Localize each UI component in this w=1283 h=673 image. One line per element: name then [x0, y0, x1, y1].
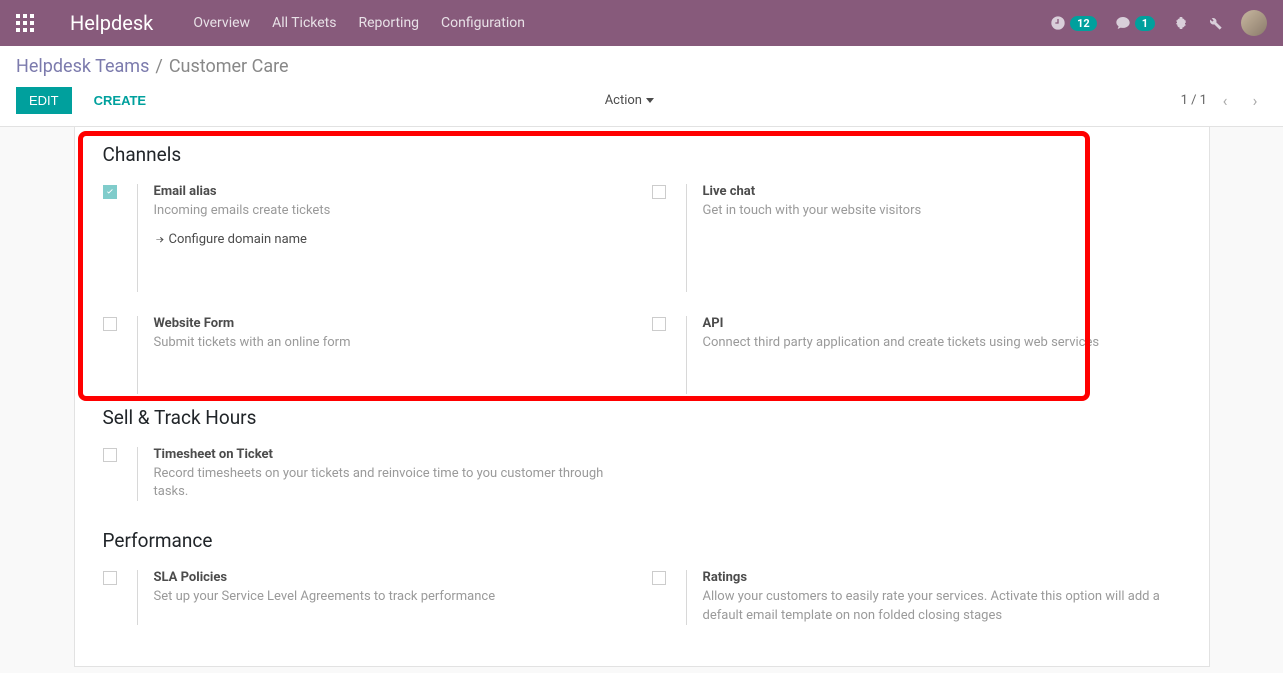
control-panel: Helpdesk Teams / Customer Care EDIT CREA…: [0, 46, 1283, 127]
checkbox-email-alias[interactable]: [103, 185, 117, 199]
checkbox-api[interactable]: [652, 317, 666, 331]
pager: 1 / 1 ‹ ›: [1181, 89, 1267, 113]
section-title-sell-track: Sell & Track Hours: [103, 406, 1181, 429]
setting-desc: Get in touch with your website visitors: [703, 202, 1181, 220]
checkbox-ratings[interactable]: [652, 571, 666, 585]
action-dropdown[interactable]: Action: [605, 93, 654, 108]
checkbox-sla[interactable]: [103, 571, 117, 585]
setting-email-alias: Email alias Incoming emails create ticke…: [103, 184, 632, 292]
setting-title: SLA Policies: [154, 570, 632, 585]
main-menu: Overview All Tickets Reporting Configura…: [193, 15, 525, 31]
setting-title: Email alias: [154, 184, 632, 199]
navbar-right: 12 1: [1050, 10, 1267, 36]
check-icon: [105, 187, 115, 197]
checkbox-website-form[interactable]: [103, 317, 117, 331]
setting-desc: Record timesheets on your tickets and re…: [154, 465, 632, 501]
section-title-performance: Performance: [103, 529, 1181, 552]
apps-icon[interactable]: [16, 14, 34, 32]
activity-indicator[interactable]: 12: [1050, 15, 1097, 31]
app-brand[interactable]: Helpdesk: [70, 11, 153, 35]
wrench-icon[interactable]: [1207, 15, 1223, 31]
activity-count: 12: [1070, 16, 1097, 31]
breadcrumb: Helpdesk Teams / Customer Care: [16, 56, 1267, 77]
section-performance: Performance SLA Policies Set up your Ser…: [75, 501, 1209, 624]
setting-title: Timesheet on Ticket: [154, 447, 632, 462]
pager-text: 1 / 1: [1181, 93, 1207, 108]
section-channels: Channels Email alias Incoming emails cre…: [75, 127, 1209, 394]
action-label: Action: [605, 93, 642, 108]
top-navbar: Helpdesk Overview All Tickets Reporting …: [0, 0, 1283, 46]
menu-configuration[interactable]: Configuration: [441, 15, 525, 31]
chat-icon: [1115, 15, 1131, 31]
setting-live-chat: Live chat Get in touch with your website…: [652, 184, 1181, 292]
arrow-right-icon: [154, 234, 165, 245]
pager-prev[interactable]: ‹: [1213, 89, 1237, 113]
menu-overview[interactable]: Overview: [193, 15, 250, 31]
checkbox-live-chat[interactable]: [652, 185, 666, 199]
setting-api: API Connect third party application and …: [652, 316, 1181, 395]
setting-website-form: Website Form Submit tickets with an onli…: [103, 316, 632, 395]
form-area: Channels Email alias Incoming emails cre…: [0, 127, 1283, 667]
setting-title: Live chat: [703, 184, 1181, 199]
create-button[interactable]: CREATE: [82, 88, 158, 113]
menu-all-tickets[interactable]: All Tickets: [272, 15, 336, 31]
setting-desc: Set up your Service Level Agreements to …: [154, 588, 632, 606]
avatar[interactable]: [1241, 10, 1267, 36]
messages-count: 1: [1135, 16, 1155, 31]
setting-ratings: Ratings Allow your customers to easily r…: [652, 570, 1181, 624]
checkbox-timesheet[interactable]: [103, 448, 117, 462]
clock-icon: [1050, 15, 1066, 31]
setting-title: Website Form: [154, 316, 632, 331]
chevron-down-icon: [646, 98, 654, 103]
bug-icon[interactable]: [1173, 15, 1189, 31]
setting-title: Ratings: [703, 570, 1181, 585]
setting-sla: SLA Policies Set up your Service Level A…: [103, 570, 632, 624]
messages-indicator[interactable]: 1: [1115, 15, 1155, 31]
form-sheet: Channels Email alias Incoming emails cre…: [74, 127, 1210, 667]
breadcrumb-parent[interactable]: Helpdesk Teams: [16, 56, 149, 77]
setting-desc: Submit tickets with an online form: [154, 334, 632, 352]
section-title-channels: Channels: [103, 143, 1181, 166]
setting-desc: Allow your customers to easily rate your…: [703, 588, 1181, 624]
setting-title: API: [703, 316, 1181, 331]
menu-reporting[interactable]: Reporting: [358, 15, 419, 31]
edit-button[interactable]: EDIT: [16, 87, 72, 114]
breadcrumb-separator: /: [155, 56, 162, 77]
configure-domain-link[interactable]: Configure domain name: [154, 232, 307, 247]
setting-desc: Connect third party application and crea…: [703, 334, 1181, 352]
pager-next[interactable]: ›: [1243, 89, 1267, 113]
section-sell-track: Sell & Track Hours Timesheet on Ticket R…: [75, 394, 1209, 501]
breadcrumb-current: Customer Care: [169, 56, 289, 77]
setting-desc: Incoming emails create tickets: [154, 202, 632, 220]
setting-timesheet: Timesheet on Ticket Record timesheets on…: [103, 447, 632, 501]
